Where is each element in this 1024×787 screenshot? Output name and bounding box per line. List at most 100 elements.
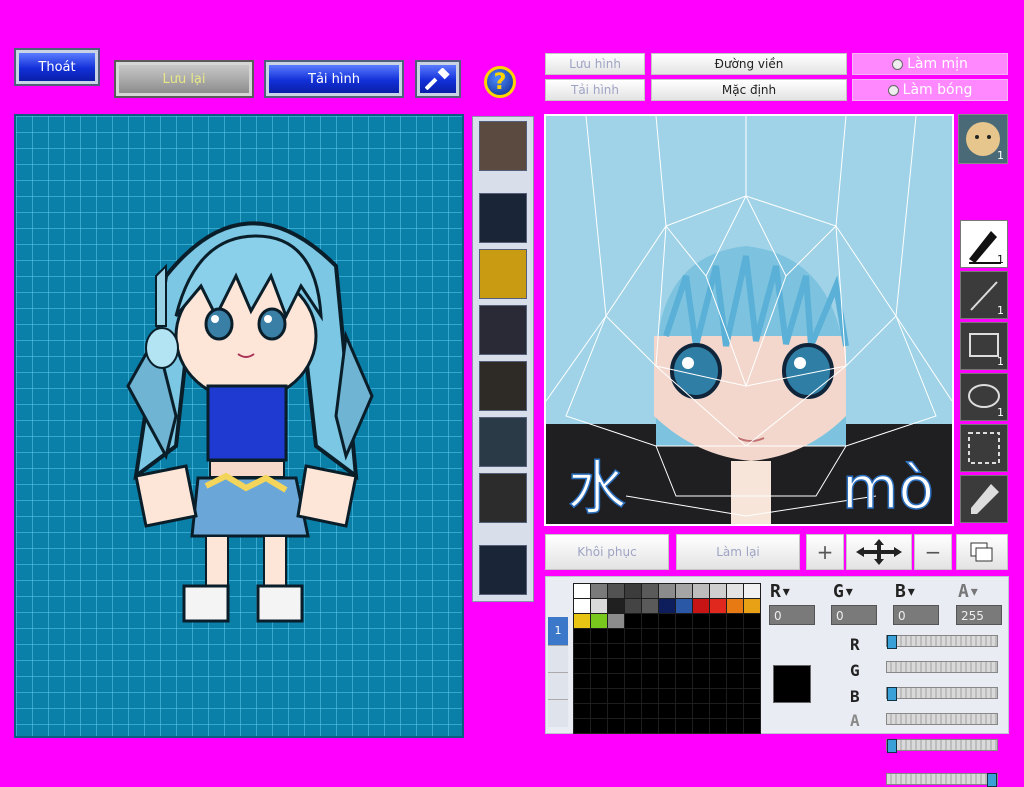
palette-swatch[interactable] [607, 703, 625, 719]
hammer-button[interactable] [415, 60, 461, 98]
smooth-option[interactable]: Làm mịn [852, 53, 1008, 75]
palette-swatch[interactable] [573, 688, 591, 704]
palette-swatch[interactable] [641, 703, 659, 719]
palette-swatch[interactable] [658, 613, 676, 629]
palette-swatch[interactable] [573, 583, 591, 599]
move-button[interactable] [846, 534, 912, 570]
palette-swatch[interactable] [692, 598, 710, 614]
exit-button[interactable]: Thoát [14, 48, 100, 86]
palette-swatch[interactable] [590, 598, 608, 614]
alpha-value-field[interactable]: 255 [956, 605, 1002, 625]
thumb-empty-1[interactable] [479, 193, 527, 243]
palette-swatch[interactable] [709, 658, 727, 674]
palette-swatch[interactable] [709, 583, 727, 599]
palette-swatch[interactable] [590, 673, 608, 689]
zoom-in-button[interactable]: + [806, 534, 844, 570]
palette-swatch[interactable] [726, 673, 744, 689]
palette-swatch[interactable] [709, 643, 727, 659]
palette-swatch[interactable] [624, 688, 642, 704]
palette-swatch[interactable] [607, 643, 625, 659]
alpha-slider-knob[interactable] [987, 773, 997, 787]
restore-button[interactable]: Khôi phục [545, 534, 669, 570]
palette-swatch[interactable] [675, 658, 693, 674]
palette-swatch[interactable] [624, 703, 642, 719]
palette-swatch[interactable] [743, 628, 761, 644]
palette-swatch[interactable] [675, 643, 693, 659]
save-button[interactable]: Lưu lại [114, 60, 254, 98]
palette-swatch[interactable] [658, 643, 676, 659]
palette-swatch[interactable] [692, 613, 710, 629]
red-slider-knob[interactable] [887, 635, 897, 649]
palette-swatch[interactable] [641, 718, 659, 734]
palette-swatch[interactable] [641, 598, 659, 614]
default-button[interactable]: Mặc định [651, 79, 847, 101]
line-tool[interactable]: 1 [960, 271, 1008, 319]
shading-option[interactable]: Làm bóng [852, 79, 1008, 101]
palette-swatch[interactable] [590, 688, 608, 704]
palette-swatch[interactable] [692, 688, 710, 704]
palette-swatch[interactable] [573, 643, 591, 659]
red-value-field[interactable]: 0 [769, 605, 815, 625]
palette-swatch[interactable] [709, 718, 727, 734]
palette-swatch[interactable] [624, 658, 642, 674]
thumb-face-6[interactable] [479, 473, 527, 523]
palette-swatch[interactable] [590, 718, 608, 734]
thumb-face-2[interactable] [479, 249, 527, 299]
palette-swatch[interactable] [573, 598, 591, 614]
palette-swatch[interactable] [641, 658, 659, 674]
ellipse-tool[interactable]: 1 [960, 373, 1008, 421]
palette-swatch[interactable] [743, 688, 761, 704]
palette-swatch[interactable] [573, 658, 591, 674]
palette-swatch[interactable] [675, 673, 693, 689]
palette-swatch[interactable] [573, 718, 591, 734]
palette-tab-3[interactable] [548, 672, 568, 699]
palette-swatch[interactable] [641, 688, 659, 704]
palette-swatch[interactable] [709, 598, 727, 614]
palette-swatch[interactable] [590, 613, 608, 629]
palette-swatch[interactable] [743, 718, 761, 734]
outline-button[interactable]: Đường viền [651, 53, 847, 75]
palette-swatch[interactable] [743, 643, 761, 659]
palette-swatch[interactable] [658, 628, 676, 644]
palette-swatch[interactable] [726, 628, 744, 644]
palette-swatch[interactable] [590, 643, 608, 659]
palette-swatch[interactable] [590, 703, 608, 719]
palette-swatch[interactable] [726, 688, 744, 704]
palette-swatch[interactable] [726, 613, 744, 629]
palette-swatch[interactable] [743, 658, 761, 674]
alpha-slider[interactable] [886, 773, 998, 787]
palette-tab-1[interactable]: 1 [548, 617, 568, 645]
palette-swatch[interactable] [641, 673, 659, 689]
palette-swatch[interactable] [726, 658, 744, 674]
palette-swatch[interactable] [709, 673, 727, 689]
selection-tool[interactable] [960, 424, 1008, 472]
thumb-face-3[interactable] [479, 305, 527, 355]
green-slider[interactable] [886, 687, 998, 701]
thumb-empty-2[interactable] [479, 545, 527, 595]
zoom-out-button[interactable]: − [914, 534, 952, 570]
palette-swatch[interactable] [590, 628, 608, 644]
palette-swatch[interactable] [743, 703, 761, 719]
palette-swatch[interactable] [624, 613, 642, 629]
palette-swatch[interactable] [692, 643, 710, 659]
palette-swatch[interactable] [743, 613, 761, 629]
thumb-face-4[interactable] [479, 361, 527, 411]
palette-swatch[interactable] [573, 628, 591, 644]
palette-swatch[interactable] [607, 688, 625, 704]
palette-swatch[interactable] [573, 673, 591, 689]
green-value-field[interactable]: 0 [831, 605, 877, 625]
palette-swatch[interactable] [658, 718, 676, 734]
palette-swatch[interactable] [573, 703, 591, 719]
palette-swatch[interactable] [624, 628, 642, 644]
palette-swatch[interactable] [743, 673, 761, 689]
palette-swatch[interactable] [675, 688, 693, 704]
color-palette-grid[interactable] [573, 583, 761, 734]
palette-swatch[interactable] [624, 598, 642, 614]
palette-swatch[interactable] [607, 718, 625, 734]
palette-swatch[interactable] [590, 583, 608, 599]
blue-slider[interactable] [886, 739, 998, 753]
palette-swatch[interactable] [658, 673, 676, 689]
palette-swatch[interactable] [709, 628, 727, 644]
thumb-face-5[interactable] [479, 417, 527, 467]
palette-swatch[interactable] [607, 613, 625, 629]
